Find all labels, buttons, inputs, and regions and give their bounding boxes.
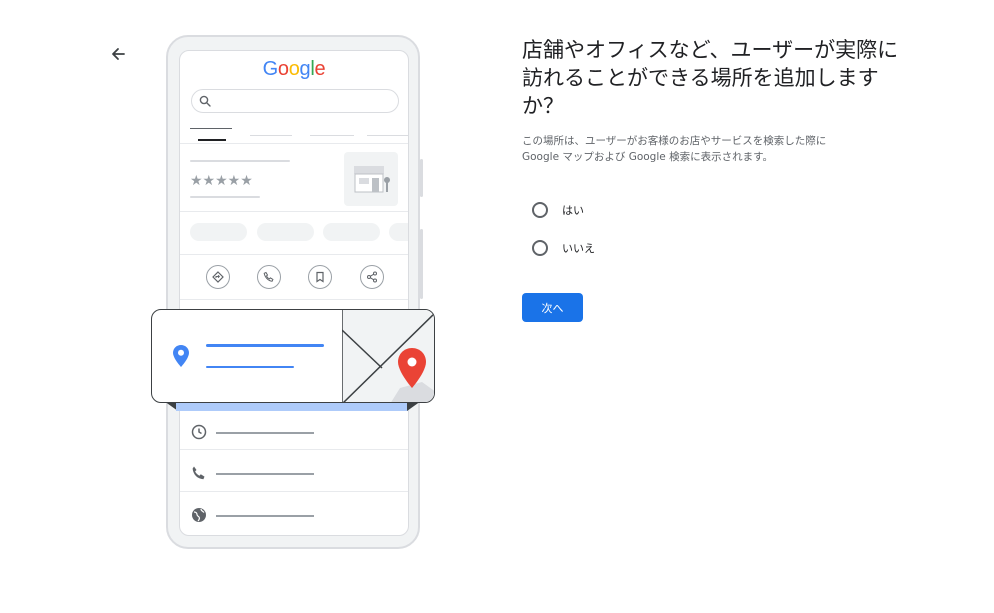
- search-icon: [199, 95, 211, 107]
- save-action: [308, 265, 332, 289]
- placeholder-line: [190, 196, 260, 198]
- divider: [180, 449, 408, 450]
- divider: [180, 211, 408, 212]
- globe-icon: [192, 508, 206, 522]
- tab-indicator: [198, 139, 226, 141]
- option-yes[interactable]: はい: [532, 200, 584, 220]
- business-thumbnail: [344, 152, 398, 206]
- chip: [190, 223, 247, 241]
- tab-line: [310, 135, 354, 136]
- page-title: 店舗やオフィスなど、ユーザーが実際に訪れることができる場所を追加しますか？: [522, 38, 899, 118]
- divider: [180, 254, 408, 255]
- phone-row: [190, 464, 400, 484]
- option-yes-label: はい: [562, 204, 584, 217]
- storefront-icon: [354, 166, 390, 193]
- card-subtitle-line: [206, 366, 294, 368]
- clock-icon: [191, 424, 207, 440]
- tab-indicator: [190, 128, 232, 129]
- directions-action: [206, 265, 230, 289]
- tab-line: [367, 135, 408, 136]
- tab-line: [250, 135, 292, 136]
- location-pin-icon: [173, 345, 189, 367]
- search-bar-illustration: [191, 89, 399, 113]
- phone-icon: [192, 466, 205, 480]
- call-action: [257, 265, 281, 289]
- card-title-line: [206, 344, 324, 347]
- map-thumbnail: [342, 310, 434, 402]
- phone-icon: [263, 271, 274, 282]
- directions-icon: [212, 271, 224, 283]
- radio-yes[interactable]: [532, 202, 548, 218]
- phone-side-button: [420, 229, 423, 299]
- back-button[interactable]: [106, 42, 130, 66]
- chip: [323, 223, 380, 241]
- placeholder-line: [190, 160, 290, 162]
- hours-row: [190, 423, 400, 443]
- location-card-illustration: [151, 309, 435, 403]
- chip: [257, 223, 314, 241]
- website-row: [190, 506, 400, 526]
- radio-no[interactable]: [532, 240, 548, 256]
- option-no[interactable]: いいえ: [532, 238, 595, 258]
- bookmark-icon: [316, 271, 324, 283]
- share-action: [360, 265, 384, 289]
- phone-screen: Google ★★★★★: [179, 50, 409, 536]
- option-no-label: いいえ: [562, 242, 595, 255]
- divider: [180, 491, 408, 492]
- arrow-back-icon: [112, 48, 125, 60]
- phone-side-button: [420, 159, 423, 197]
- next-button[interactable]: 次へ: [522, 293, 583, 322]
- divider: [180, 299, 408, 300]
- divider: [180, 143, 408, 144]
- share-icon: [367, 271, 377, 283]
- rating-stars: ★★★★★: [190, 173, 253, 189]
- google-logo: Google: [262, 58, 326, 80]
- chip: [389, 223, 408, 241]
- page-description: この場所は、ユーザーがお客様のお店やサービスを検索した際にGoogle マップお…: [522, 135, 827, 163]
- phone-illustration: Google ★★★★★: [166, 35, 423, 549]
